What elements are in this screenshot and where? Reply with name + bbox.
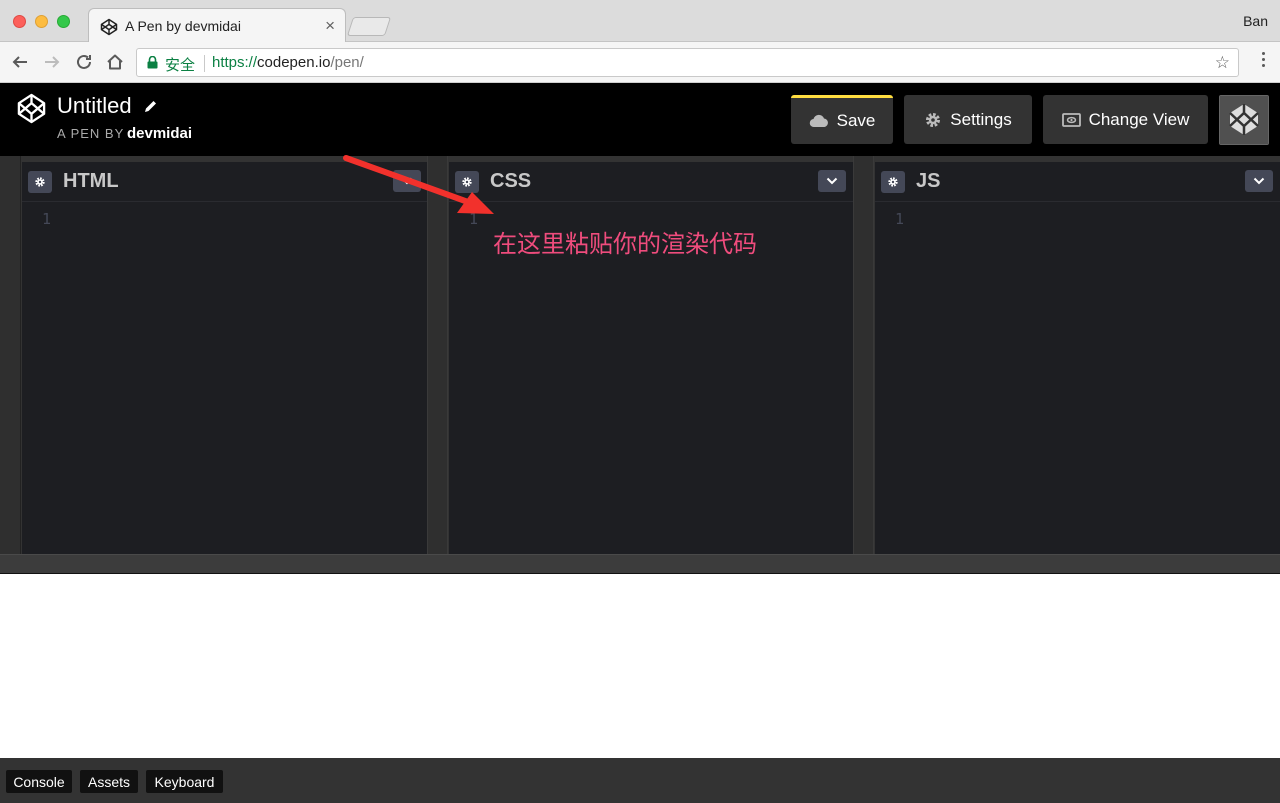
- chevron-down-icon: [826, 177, 838, 185]
- html-editor-title: HTML: [63, 170, 119, 192]
- keyboard-button[interactable]: Keyboard: [146, 770, 223, 793]
- pen-author[interactable]: devmidai: [127, 125, 192, 142]
- js-options-button[interactable]: [1245, 170, 1273, 192]
- editor-footer: Console Assets Keyboard: [0, 758, 1280, 803]
- url-path: /pen/: [330, 54, 364, 71]
- cloud-icon: [809, 114, 828, 128]
- back-button[interactable]: [8, 50, 32, 74]
- pen-by-label: A PEN BY: [57, 126, 125, 141]
- assets-label: Assets: [87, 773, 130, 790]
- codepen-favicon-icon: [100, 18, 118, 36]
- settings-label: Settings: [950, 109, 1012, 129]
- js-line-number: 1: [895, 210, 905, 228]
- browser-tab-active[interactable]: A Pen by devmidai ×: [88, 8, 346, 43]
- new-tab-button[interactable]: [346, 17, 392, 36]
- reload-button[interactable]: [72, 50, 96, 74]
- browser-menu-icon[interactable]: [1262, 52, 1266, 70]
- css-options-button[interactable]: [818, 170, 846, 192]
- tab-close-icon[interactable]: ×: [325, 16, 335, 36]
- annotation-arrow: [343, 155, 494, 214]
- html-line-number: 1: [42, 210, 52, 228]
- gear-icon: [926, 112, 941, 127]
- forward-button[interactable]: [40, 50, 64, 74]
- tab-title: A Pen by devmidai: [125, 18, 241, 34]
- editor-area: HTML 1 CSS 1 JS 1: [0, 156, 1280, 574]
- browser-toolbar: 安全 https://codepen.io/pen/ ☆: [0, 42, 1280, 83]
- js-editor-pane[interactable]: JS 1: [875, 162, 1280, 554]
- js-editor-title: JS: [916, 170, 941, 192]
- preview-pane[interactable]: [0, 574, 1280, 758]
- save-button[interactable]: Save: [791, 95, 893, 144]
- browser-window: A Pen by devmidai × Ban 安全 https://codep…: [0, 0, 1280, 803]
- pen-title[interactable]: Untitled: [57, 93, 132, 119]
- reload-icon: [77, 54, 91, 69]
- profile-name[interactable]: Ban: [1243, 13, 1268, 29]
- chevron-down-icon: [1253, 177, 1265, 185]
- codepen-header: Untitled A PEN BY devmidai Save Settings: [0, 83, 1280, 156]
- codepen-logo-icon[interactable]: [16, 93, 47, 124]
- editor-divider-2[interactable]: [853, 156, 874, 554]
- js-editor-header: JS: [875, 162, 1280, 202]
- user-avatar[interactable]: [1219, 95, 1269, 145]
- home-button[interactable]: [103, 50, 127, 74]
- address-bar[interactable]: 安全 https://codepen.io/pen/ ☆: [136, 48, 1239, 77]
- avatar-codepen-icon: [1220, 96, 1268, 144]
- minimize-window-button[interactable]: [35, 15, 48, 28]
- settings-button[interactable]: Settings: [904, 95, 1032, 144]
- console-label: Console: [13, 773, 65, 790]
- pencil-edit-icon[interactable]: [143, 99, 158, 114]
- url-scheme: https://: [212, 54, 258, 71]
- lock-icon: [147, 56, 158, 69]
- html-settings-button[interactable]: [28, 171, 52, 193]
- url-separator: [204, 55, 205, 72]
- console-button[interactable]: Console: [6, 770, 72, 793]
- gear-icon: [35, 177, 45, 187]
- url-text: https://codepen.io/pen/: [212, 54, 364, 71]
- back-arrow-icon: [12, 56, 27, 68]
- js-settings-button[interactable]: [881, 171, 905, 193]
- close-window-button[interactable]: [13, 15, 26, 28]
- forward-arrow-icon: [45, 56, 60, 68]
- view-layout-icon: [1061, 112, 1081, 127]
- home-icon: [107, 54, 123, 70]
- maximize-window-button[interactable]: [57, 15, 70, 28]
- change-view-button[interactable]: Change View: [1043, 95, 1208, 144]
- editor-preview-resizer[interactable]: [0, 554, 1280, 574]
- url-host: codepen.io: [257, 54, 331, 71]
- save-label: Save: [836, 111, 876, 130]
- change-view-label: Change View: [1088, 109, 1190, 129]
- assets-button[interactable]: Assets: [80, 770, 138, 793]
- star-icon[interactable]: ☆: [1215, 53, 1230, 73]
- annotation-text: 在这里粘贴你的渲染代码: [493, 230, 757, 258]
- left-resize-gutter[interactable]: [0, 156, 21, 554]
- keyboard-label: Keyboard: [154, 773, 215, 790]
- tab-bar: A Pen by devmidai × Ban: [0, 0, 1280, 43]
- gear-icon: [888, 177, 898, 187]
- secure-label: 安全: [165, 57, 196, 74]
